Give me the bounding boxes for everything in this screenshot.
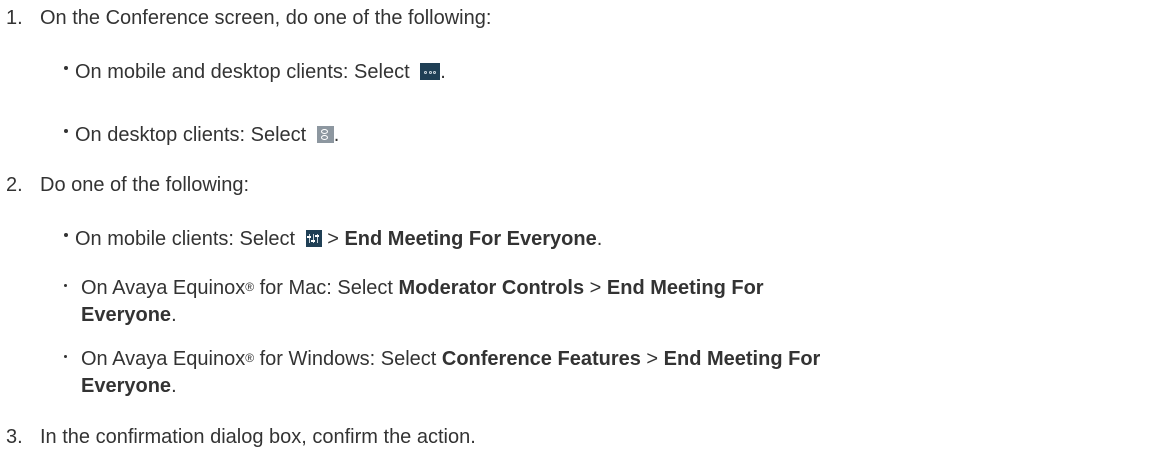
- step-text: In the confirmation dialog box, confirm …: [40, 426, 476, 448]
- step-2: 2. Do one of the following:: [6, 173, 1156, 197]
- bullet: [64, 233, 68, 237]
- list-item: On mobile clients: Select > End Meeting …: [75, 228, 603, 250]
- step-number: 3.: [6, 426, 23, 448]
- step-3: 3. In the confirmation dialog box, confi…: [6, 425, 1156, 449]
- step-text: On the Conference screen, do one of the …: [40, 7, 492, 29]
- step-1: 1. On the Conference screen, do one of t…: [6, 6, 1156, 30]
- more-options-icon: [420, 63, 441, 80]
- list-item-continuation: Everyone.: [81, 304, 177, 326]
- list-item-continuation: Everyone.: [81, 375, 177, 397]
- participants-icon: [316, 126, 334, 143]
- moderator-controls-icon: [305, 230, 322, 247]
- list-item: On mobile and desktop clients: Select .: [75, 61, 446, 83]
- list-item: On Avaya Equinox® for Windows: Select Co…: [81, 348, 821, 370]
- step-number: 2.: [6, 174, 23, 196]
- list-item: On Avaya Equinox® for Mac: Select Modera…: [81, 277, 764, 299]
- list-item: On desktop clients: Select .: [75, 124, 340, 146]
- step-text: Do one of the following:: [40, 174, 250, 196]
- bullet: [64, 129, 68, 133]
- step-number: 1.: [6, 7, 23, 29]
- bullet: [64, 355, 67, 358]
- bullet: [64, 284, 67, 287]
- bullet: [64, 66, 68, 70]
